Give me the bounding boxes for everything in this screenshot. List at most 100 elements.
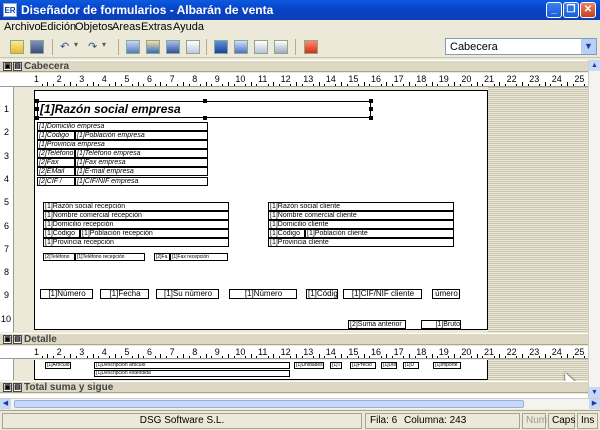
redo-dropdown-icon[interactable]: ▾ xyxy=(102,40,116,54)
client-address-field[interactable]: [1]Domicilio cliente xyxy=(268,220,454,229)
resize-handle[interactable] xyxy=(369,116,373,120)
scroll-left-icon[interactable]: ◀ xyxy=(0,399,11,409)
section-select[interactable]: Cabecera ▼ xyxy=(445,38,597,55)
reception-zip-field[interactable]: [1]Código xyxy=(43,229,80,238)
reception-province-field[interactable]: [1]Provincia recepción xyxy=(43,238,229,247)
save-icon[interactable] xyxy=(30,40,44,54)
reception-trade-name-field[interactable]: [1]Nombre comercial recepción xyxy=(43,211,229,220)
detail-units-field[interactable]: [1]Unidades xyxy=(294,362,324,369)
company-phone-field[interactable]: [1]Teléfono empresa xyxy=(75,149,208,158)
client-name-field[interactable]: [1]Razón social cliente xyxy=(268,202,454,211)
doc-client-code-field[interactable]: [1]Código xyxy=(306,289,338,299)
detail-description-field[interactable]: [1]Descripción artículo xyxy=(94,362,290,369)
ruler-number: 22 xyxy=(506,347,517,357)
maximize-button[interactable]: ❐ xyxy=(563,2,579,18)
detail-amount-field[interactable]: [1]Importe xyxy=(433,362,461,369)
detail-u-field[interactable]: [1]U xyxy=(403,362,419,369)
detail-discount-field[interactable]: [1]Dto. xyxy=(381,362,397,369)
stop-icon[interactable] xyxy=(304,40,318,54)
align-icon[interactable] xyxy=(214,40,228,54)
company-email-label[interactable]: [2]EMail xyxy=(37,167,75,176)
fields-icon[interactable] xyxy=(146,40,160,54)
band-detalle[interactable]: ▣ ▤ Detalle xyxy=(0,333,600,345)
reception-city-field[interactable]: [1]Población recepción xyxy=(80,229,229,238)
menu-edicion[interactable]: Edición xyxy=(40,21,76,33)
reception-phone-field[interactable]: [1]Teléfono recepción xyxy=(75,253,145,261)
client-zip-field[interactable]: [1]Código xyxy=(268,229,305,238)
band-icon[interactable]: ▣ xyxy=(3,383,12,392)
band-cabecera[interactable]: ▣ ▤ Cabecera xyxy=(0,60,600,72)
horizontal-scrollbar[interactable]: ◀ ▶ xyxy=(0,398,600,409)
reception-fax-field[interactable]: [1]Fax recepción xyxy=(170,253,228,261)
client-trade-name-field[interactable]: [1]Nombre comercial cliente xyxy=(268,211,454,220)
company-email-field[interactable]: [1]E-mail empresa xyxy=(75,167,208,176)
band-toggle-icon[interactable]: ▤ xyxy=(13,383,22,392)
doc-page-number-field[interactable]: úmero xyxy=(432,289,460,299)
doc-your-number-field[interactable]: [1]Su número xyxy=(156,289,219,299)
undo-icon[interactable]: ↶ xyxy=(60,40,74,54)
columns-icon[interactable] xyxy=(274,40,288,54)
company-fax-field[interactable]: [1]Fax empresa xyxy=(75,158,208,167)
resize-handle[interactable] xyxy=(35,116,39,120)
band-toggle-icon[interactable]: ▤ xyxy=(13,62,22,71)
undo-dropdown-icon[interactable]: ▾ xyxy=(74,40,88,54)
close-button[interactable]: ✕ xyxy=(580,2,596,18)
menu-ayuda[interactable]: Ayuda xyxy=(173,21,204,33)
scroll-right-icon[interactable]: ▶ xyxy=(589,399,600,409)
detail-article-field[interactable]: [1]Artículo xyxy=(45,362,71,369)
gross-field[interactable]: [1]Bruto xyxy=(421,320,461,329)
redo-icon[interactable]: ↷ xyxy=(88,40,102,54)
band-icon[interactable]: ▣ xyxy=(3,335,12,344)
detail-price-field[interactable]: [1]Precio xyxy=(350,362,376,369)
reception-phone-label[interactable]: [2]Teléfono xyxy=(43,253,75,261)
client-city-field[interactable]: [1]Población cliente xyxy=(305,229,454,238)
detail-extended-description-field[interactable]: [1]Descripción extendida xyxy=(94,370,290,377)
minimize-button[interactable]: _ xyxy=(546,2,562,18)
menu-areas[interactable]: Areas xyxy=(112,21,141,33)
previous-sum-field[interactable]: [2]Suma anterior xyxy=(348,320,406,329)
company-province-field[interactable]: [1]Provincia empresa xyxy=(37,140,208,149)
menu-archivo[interactable]: Archivo xyxy=(4,21,41,33)
company-cif-field[interactable]: [1]CIF/NIF empresa xyxy=(75,177,208,186)
doc-client-cif-field[interactable]: [1]CIF/NIF cliente xyxy=(343,289,422,299)
resize-handle[interactable] xyxy=(369,107,373,111)
company-zip-field[interactable]: [1]Código xyxy=(37,131,75,140)
page-setup-icon[interactable] xyxy=(254,40,268,54)
resize-handle[interactable] xyxy=(203,99,207,103)
reception-fax-label[interactable]: [2]Fa xyxy=(154,253,170,261)
client-province-field[interactable]: [1]Provincia cliente xyxy=(268,238,454,247)
menu-extras[interactable]: Extras xyxy=(141,21,172,33)
resize-handle[interactable] xyxy=(369,99,373,103)
band-icon[interactable]: ▣ xyxy=(3,62,12,71)
resize-handle[interactable] xyxy=(35,99,39,103)
band-toggle-icon[interactable]: ▤ xyxy=(13,335,22,344)
reception-address-field[interactable]: [1]Domicilio recepción xyxy=(43,220,229,229)
doc-order-number-field[interactable]: [1]Número xyxy=(229,289,297,299)
resize-handle[interactable] xyxy=(35,107,39,111)
doc-number-field[interactable]: [1]Número xyxy=(40,289,93,299)
band-total[interactable]: ▣ ▤ Total suma y sigue xyxy=(0,381,600,393)
properties-icon[interactable] xyxy=(126,40,140,54)
reception-name-field[interactable]: [1]Razón social recepción xyxy=(43,202,229,211)
edit-icon[interactable] xyxy=(186,40,200,54)
font-icon[interactable] xyxy=(234,40,248,54)
doc-date-field[interactable]: [1]Fecha xyxy=(100,289,149,299)
company-fax-label[interactable]: [2]Fax xyxy=(37,158,75,167)
company-address-field[interactable]: [1]Domicilio empresa xyxy=(37,122,208,131)
detail-t-field[interactable]: [1]T xyxy=(330,362,342,369)
ruler-tick xyxy=(318,82,320,86)
areas-icon[interactable] xyxy=(166,40,180,54)
chevron-down-icon[interactable]: ▼ xyxy=(581,39,596,54)
scroll-down-icon[interactable]: ▼ xyxy=(589,387,600,398)
scrollbar-thumb[interactable] xyxy=(14,400,524,408)
open-folder-icon[interactable] xyxy=(10,40,24,54)
ruler-tick xyxy=(521,82,523,86)
resize-handle[interactable] xyxy=(203,116,207,120)
company-cif-label[interactable]: [2]CIF / xyxy=(37,177,75,186)
menu-objetos[interactable]: Objetos xyxy=(75,21,113,33)
company-city-field[interactable]: [1]Población empresa xyxy=(75,131,208,140)
app-icon[interactable]: ER xyxy=(3,3,17,17)
scroll-up-icon[interactable]: ▲ xyxy=(589,60,600,71)
company-phone-label[interactable]: [2]Teléfono xyxy=(37,149,75,158)
vertical-scrollbar[interactable]: ▲ ▼ xyxy=(588,60,600,398)
